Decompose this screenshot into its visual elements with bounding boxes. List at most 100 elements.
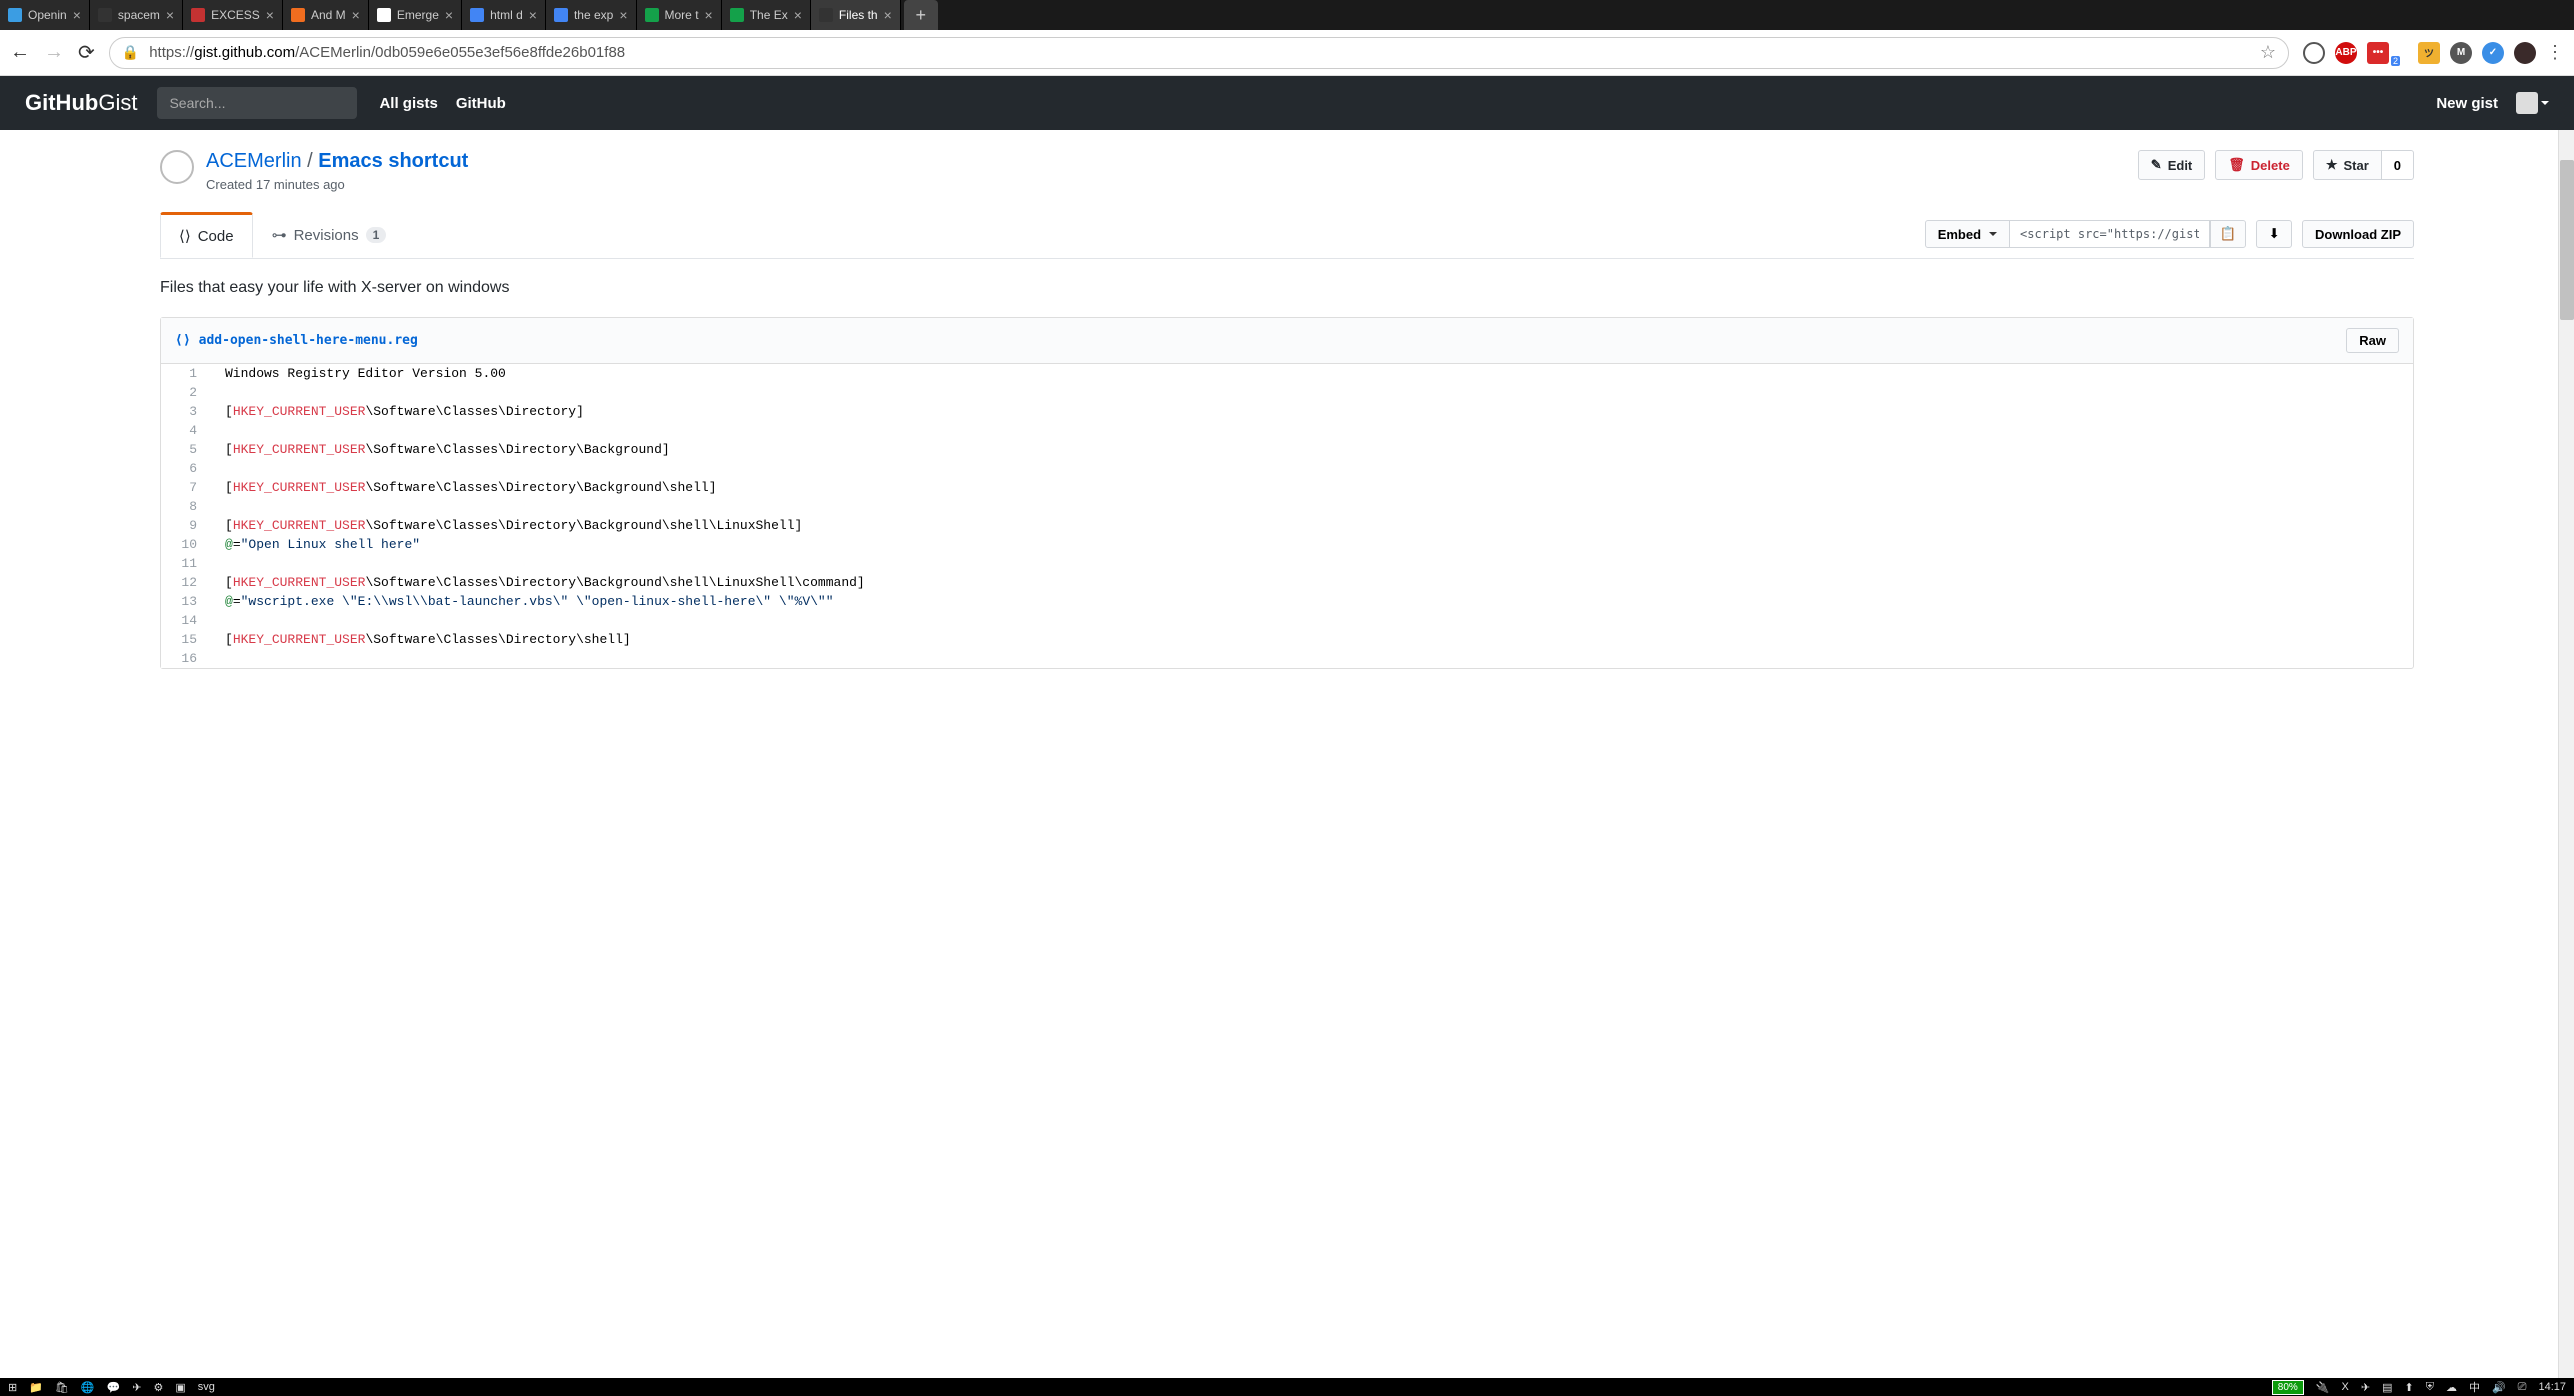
browser-menu-icon[interactable]: ⋮ [2546,42,2564,63]
bookmark-star-icon[interactable]: ☆ [2260,42,2276,63]
browser-tab[interactable]: Files th× [811,0,901,30]
copy-embed-button[interactable]: 📋 [2210,220,2246,248]
taskbar-icon[interactable]: 💬 [107,1381,121,1394]
line-number[interactable]: 7 [161,478,211,497]
line-number[interactable]: 8 [161,497,211,516]
line-number[interactable]: 2 [161,383,211,402]
browser-tab[interactable]: EXCESS× [183,0,283,30]
github-link[interactable]: GitHub [456,95,506,112]
taskbar-icon[interactable]: 📁 [29,1381,43,1394]
edit-button[interactable]: ✎ Edit [2138,150,2205,180]
embed-dropdown[interactable]: Embed [1925,220,2010,248]
close-tab-icon[interactable]: × [884,7,892,23]
tray-icon[interactable]: ⎚ [2518,1381,2527,1394]
browser-tab[interactable]: spacem × [90,0,183,30]
tray-icon[interactable]: 🔊 [2492,1381,2506,1394]
line-number[interactable]: 16 [161,649,211,668]
taskbar-icon[interactable]: 🌐 [81,1381,95,1394]
line-number[interactable]: 11 [161,554,211,573]
start-button[interactable]: ⊞ [8,1381,17,1394]
line-number[interactable]: 6 [161,459,211,478]
all-gists-link[interactable]: All gists [379,95,437,112]
adblock-icon[interactable]: ABP [2335,42,2357,64]
browser-tab[interactable]: The Ex× [722,0,811,30]
tab-revisions[interactable]: ⊶ Revisions 1 [253,212,406,258]
clock[interactable]: 14:17 [2538,1381,2566,1393]
github-gist-logo[interactable]: GitHubGist [25,90,137,116]
code-line: [HKEY_CURRENT_USER\Software\Classes\Dire… [211,478,2413,497]
tray-icon[interactable]: ⛨ [2426,1381,2434,1394]
extension-icon[interactable] [2303,42,2325,64]
line-number[interactable]: 15 [161,630,211,649]
extension-icon[interactable]: ツ [2418,42,2440,64]
line-number[interactable]: 5 [161,440,211,459]
close-tab-icon[interactable]: × [352,7,360,23]
browser-tab[interactable]: Emerge× [369,0,462,30]
line-number[interactable]: 9 [161,516,211,535]
tab-title: spacem [118,8,160,22]
taskbar-icon[interactable]: ▣ [175,1381,185,1394]
extension-icon[interactable]: M [2450,42,2472,64]
close-tab-icon[interactable]: × [166,7,174,23]
line-number[interactable]: 14 [161,611,211,630]
browser-tab[interactable]: html d× [462,0,546,30]
browser-tab[interactable]: And M× [283,0,369,30]
tray-icon[interactable]: ☁ [2446,1381,2457,1394]
taskbar-icon[interactable]: svg [198,1381,215,1393]
gist-name-link[interactable]: Emacs shortcut [318,150,468,172]
browser-tab[interactable]: More t× [637,0,722,30]
new-gist-link[interactable]: New gist [2436,95,2498,112]
close-tab-icon[interactable]: × [794,7,802,23]
close-tab-icon[interactable]: × [705,7,713,23]
tray-icon[interactable]: ⬆ [2404,1381,2413,1394]
tab-code[interactable]: ⟨⟩ Code [160,212,253,258]
lastpass-icon[interactable]: ••• [2367,42,2389,64]
download-zip-button[interactable]: Download ZIP [2302,220,2414,248]
tray-icon[interactable]: 🔌 [2316,1381,2330,1394]
address-bar[interactable]: 🔒 https://gist.github.com/ACEMerlin/0db0… [109,37,2289,69]
close-tab-icon[interactable]: × [266,7,274,23]
raw-button[interactable]: Raw [2346,328,2399,353]
close-tab-icon[interactable]: × [73,7,81,23]
back-button[interactable]: ← [10,41,30,64]
line-number[interactable]: 1 [161,364,211,383]
extension-icon[interactable]: ✓ [2482,42,2504,64]
taskbar-icon[interactable]: 🛍 [55,1381,69,1394]
owner-avatar[interactable] [160,150,194,184]
download-button[interactable]: ⬇ [2256,220,2292,248]
browser-tab[interactable]: Openin× [0,0,90,30]
close-tab-icon[interactable]: × [619,7,627,23]
tray-icon[interactable]: 中 [2469,1379,2480,1395]
tray-icon[interactable]: X [2342,1381,2349,1393]
new-tab-button[interactable]: + [904,0,938,30]
line-number[interactable]: 3 [161,402,211,421]
close-tab-icon[interactable]: × [529,7,537,23]
scrollbar[interactable] [2558,130,2574,1396]
line-number[interactable]: 4 [161,421,211,440]
scrollbar-thumb[interactable] [2560,160,2574,320]
reload-button[interactable]: ⟳ [78,40,95,65]
delete-button[interactable]: 🗑 Delete [2215,150,2303,180]
tray-icon[interactable]: ▤ [2382,1381,2392,1394]
line-number[interactable]: 13 [161,592,211,611]
profile-avatar-icon[interactable] [2514,42,2536,64]
forward-button[interactable]: → [44,41,64,64]
gist-site-header: GitHubGist All gists GitHub New gist [0,76,2574,130]
owner-link[interactable]: ACEMerlin [206,150,302,172]
embed-url-input[interactable] [2010,220,2210,248]
taskbar-icon[interactable]: ✈ [132,1381,141,1394]
line-number[interactable]: 10 [161,535,211,554]
star-count[interactable]: 0 [2382,150,2414,180]
taskbar-icon[interactable]: ⚙ [154,1381,164,1394]
tray-icon[interactable]: ✈ [2361,1381,2370,1394]
user-menu[interactable] [2516,92,2549,114]
close-tab-icon[interactable]: × [445,7,453,23]
file-name-link[interactable]: ⟨⟩ add-open-shell-here-menu.reg [175,333,418,348]
zoom-indicator[interactable]: 80% [2272,1380,2304,1395]
line-number[interactable]: 12 [161,573,211,592]
browser-tab[interactable]: the exp× [546,0,637,30]
star-button[interactable]: ★ Star [2313,150,2382,180]
search-input[interactable] [157,87,357,119]
code-line [211,497,2413,516]
code-line [211,649,2413,668]
